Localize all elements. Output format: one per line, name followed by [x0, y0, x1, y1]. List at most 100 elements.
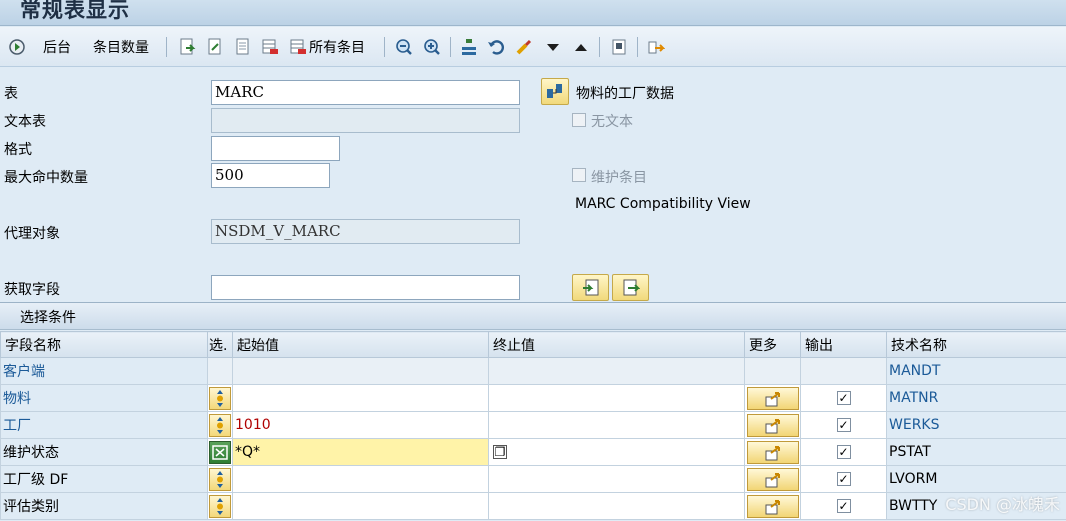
window-title: 常规表显示 [20, 0, 130, 22]
select-option-button-active[interactable] [209, 440, 231, 464]
field-name-cell: 维护状态 [0, 438, 208, 466]
zoom-out-button[interactable] [395, 35, 413, 59]
output-checkbox[interactable]: ✓ [836, 391, 851, 405]
select-block-button[interactable] [206, 35, 224, 59]
more-cell [744, 357, 801, 385]
output-checkbox[interactable]: ✓ [836, 499, 851, 513]
output-cell [800, 357, 887, 385]
format-input[interactable] [211, 136, 340, 161]
table-row: 工厂 1010 ✓ WERKS [0, 411, 1066, 439]
output-checkbox[interactable]: ✓ [836, 445, 851, 459]
column-header-more[interactable]: 更多 [744, 331, 801, 358]
to-value-cell[interactable] [488, 411, 745, 439]
export-fields-icon [623, 279, 640, 296]
output-checkbox[interactable]: ✓ [836, 472, 851, 486]
column-header-from-value[interactable]: 起始值 [232, 331, 489, 358]
field-name-cell: 客户端 [0, 357, 208, 385]
deselect-all-button[interactable] [234, 35, 252, 59]
column-header-to-value[interactable]: 终止值 [488, 331, 745, 358]
fetch-fields-input[interactable] [211, 275, 520, 300]
more-cell [744, 411, 801, 439]
to-value-cell[interactable] [488, 384, 745, 412]
layout-button[interactable] [515, 35, 533, 59]
tree-view-button[interactable] [460, 35, 478, 59]
field-name-cell: 评估类别 [0, 492, 208, 520]
all-entries-button[interactable]: 所有条目 [289, 35, 365, 59]
to-value-cell[interactable] [488, 465, 745, 493]
from-value-cell[interactable] [232, 465, 489, 493]
multiple-selection-button[interactable] [746, 386, 799, 410]
sort-descending-button[interactable] [544, 35, 562, 59]
execute-button[interactable] [8, 35, 26, 59]
multiple-selection-button[interactable] [746, 494, 799, 518]
delete-row-button[interactable] [261, 35, 279, 59]
output-cell: ✓ [800, 411, 887, 439]
selection-criteria-header: 选择条件 [0, 302, 1066, 330]
select-option-cell [207, 492, 233, 520]
from-value-cell[interactable]: 1010 [232, 411, 489, 439]
copy-range-icon[interactable]: ❐ [493, 445, 507, 459]
max-hits-label: 最大命中数量 [4, 170, 88, 186]
multiple-selection-button[interactable] [746, 440, 799, 464]
selection-criteria-title: 选择条件 [20, 310, 76, 326]
fetch-fields-label: 获取字段 [4, 282, 60, 298]
table-row: 评估类别 ✓ BWTTY [0, 492, 1066, 520]
import-fields-icon [583, 279, 599, 296]
from-value-cell[interactable] [232, 384, 489, 412]
table-delete-icon [262, 39, 278, 54]
undo-button[interactable] [487, 35, 505, 59]
tech-name-cell: MATNR [886, 384, 1066, 412]
select-option-button[interactable] [209, 386, 231, 410]
format-label: 格式 [4, 142, 32, 158]
info-button[interactable] [610, 35, 628, 59]
zoom-out-icon [396, 39, 412, 55]
page-arrow-icon [180, 38, 196, 55]
hierarchy-icon [462, 39, 476, 55]
select-option-cell [207, 438, 233, 466]
fetch-fields-button[interactable] [572, 274, 609, 301]
column-header-tech-name[interactable]: 技术名称 [886, 331, 1066, 358]
export-button[interactable] [647, 35, 665, 59]
select-option-cell [207, 465, 233, 493]
undo-arrow-icon [488, 40, 505, 55]
max-hits-input[interactable]: 500 [211, 163, 330, 188]
select-all-button[interactable] [178, 35, 196, 59]
all-entries-label: 所有条目 [309, 40, 365, 56]
table-input[interactable]: MARC [211, 80, 520, 105]
header-form: 表 MARC 物料的工厂数据 文本表 无文本 格式 最大命中数量 500 维护条… [0, 68, 1066, 302]
to-value-cell[interactable] [488, 492, 745, 520]
toolbar-separator [384, 37, 385, 57]
select-option-button[interactable] [209, 467, 231, 491]
toolbar-separator [599, 37, 600, 57]
more-cell [744, 384, 801, 412]
from-value-cell[interactable] [232, 492, 489, 520]
select-option-button[interactable] [209, 413, 231, 437]
output-cell: ✓ [800, 438, 887, 466]
multiple-selection-arrow-icon [765, 445, 780, 460]
export-arrow-icon [648, 41, 665, 54]
from-value-cell-active[interactable]: *Q* [232, 438, 489, 466]
output-checkbox[interactable]: ✓ [836, 418, 851, 432]
sort-ascending-button[interactable] [572, 35, 590, 59]
to-value-cell[interactable]: ❐ [488, 438, 745, 466]
selection-options-icon [217, 497, 223, 515]
column-header-output[interactable]: 输出 [800, 331, 887, 358]
field-list-button[interactable] [612, 274, 649, 301]
zoom-in-button[interactable] [423, 35, 441, 59]
select-option-button[interactable] [209, 494, 231, 518]
table-info-button[interactable] [541, 78, 569, 105]
column-header-select[interactable]: 选. [207, 331, 233, 358]
background-button[interactable]: 后台 [43, 35, 71, 59]
table-structure-icon [547, 84, 562, 98]
multiple-selection-button[interactable] [746, 413, 799, 437]
table-row: 工厂级 DF ✓ LVORM [0, 465, 1066, 493]
text-table-input [211, 108, 520, 133]
entry-count-button[interactable]: 条目数量 [93, 35, 149, 59]
table-header-row: 字段名称 选. 起始值 终止值 更多 输出 技术名称 [0, 331, 1066, 358]
selection-options-icon [217, 470, 223, 488]
column-header-field-name[interactable]: 字段名称 [0, 331, 208, 358]
view-description: MARC Compatibility View [575, 196, 751, 212]
no-text-label: 无文本 [591, 114, 633, 130]
multiple-selection-button[interactable] [746, 467, 799, 491]
more-cell [744, 438, 801, 466]
